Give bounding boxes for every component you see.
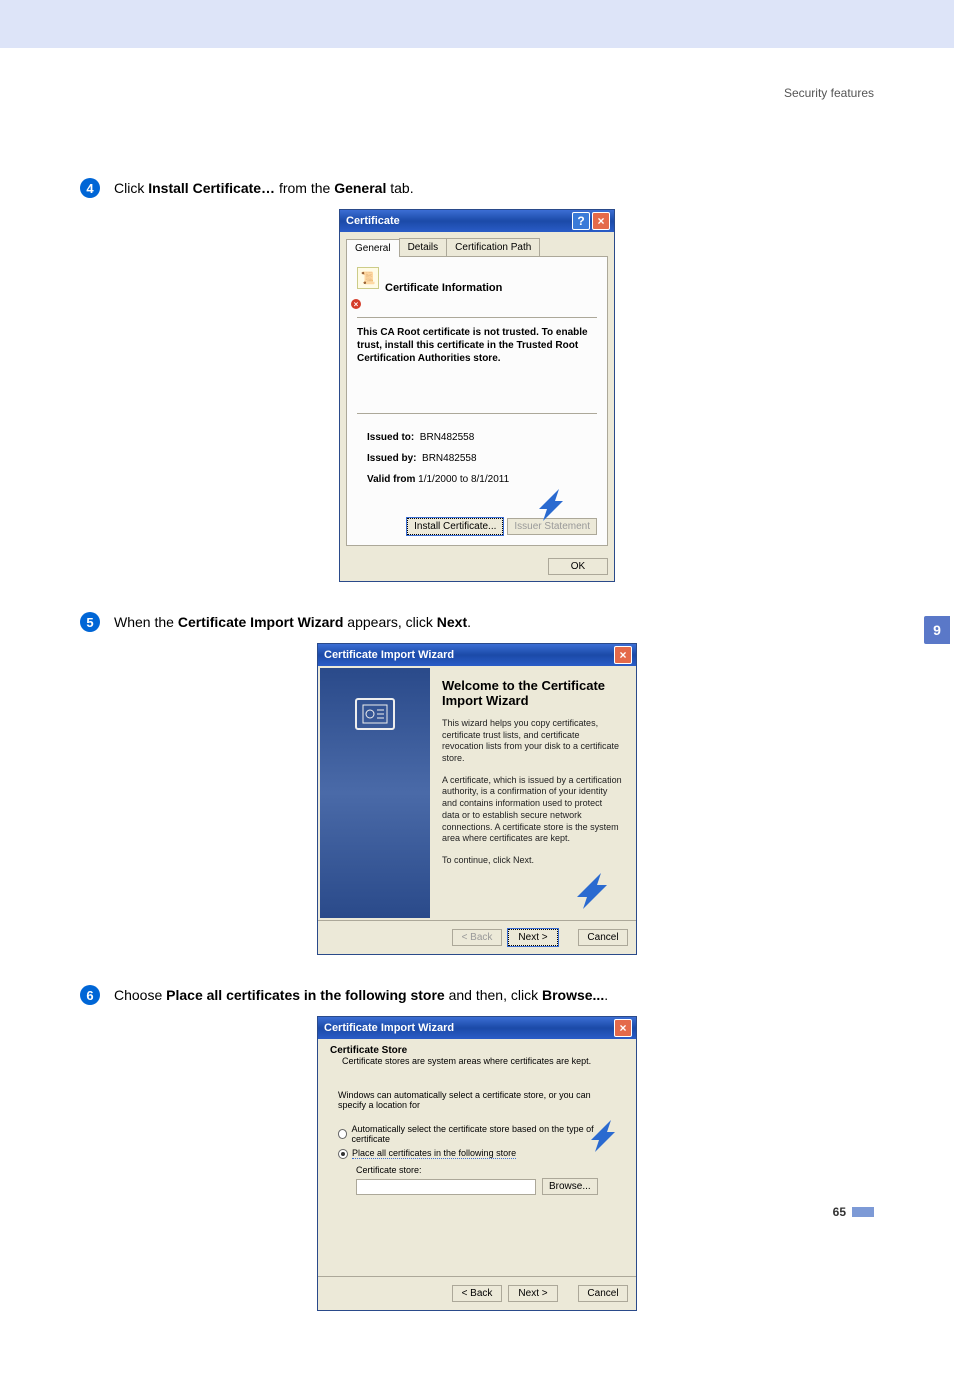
help-icon[interactable]: ?	[572, 212, 590, 230]
back-button[interactable]: < Back	[452, 1285, 502, 1302]
wizard-intro: Windows can automatically select a certi…	[338, 1090, 616, 1110]
wizard-step-subheader: Certificate stores are system areas wher…	[330, 1056, 624, 1066]
t: Certificate Import Wizard	[178, 614, 344, 630]
issued-to-value: BRN482558	[420, 432, 474, 443]
browse-button[interactable]: Browse...	[542, 1178, 598, 1195]
step-4-text: Click Install Certificate… from the Gene…	[114, 178, 414, 199]
step-6-text: Choose Place all certificates in the fol…	[114, 985, 608, 1006]
dialog-title: Certificate Import Wizard	[324, 649, 454, 661]
certificate-icon: 📜	[357, 267, 379, 289]
cert-info-heading: Certificate Information	[385, 282, 502, 294]
cancel-button[interactable]: Cancel	[578, 1285, 628, 1302]
issued-by-value: BRN482558	[422, 453, 476, 464]
ok-button[interactable]: OK	[548, 558, 608, 575]
wizard-sidebar	[320, 668, 430, 918]
cancel-button[interactable]: Cancel	[578, 929, 628, 946]
radio-place-all[interactable]: Place all certificates in the following …	[338, 1148, 616, 1159]
close-icon[interactable]: ×	[614, 646, 632, 664]
next-button[interactable]: Next >	[508, 1285, 558, 1302]
back-button: < Back	[452, 929, 502, 946]
t: When the	[114, 614, 178, 630]
t: from the	[275, 180, 334, 196]
valid-label: Valid from	[367, 474, 415, 485]
radio-auto[interactable]: Automatically select the certificate sto…	[338, 1124, 616, 1144]
page-decoration-icon	[852, 1207, 874, 1217]
step-5-text: When the Certificate Import Wizard appea…	[114, 612, 471, 633]
dialog-title: Certificate	[346, 215, 400, 227]
wizard-store-dialog: Certificate Import Wizard × Certificate …	[317, 1016, 637, 1311]
issued-by-label: Issued by:	[367, 453, 416, 464]
titlebar: Certificate Import Wizard ×	[318, 644, 636, 666]
error-badge-icon: ×	[351, 299, 361, 309]
page-number-text: 65	[833, 1205, 846, 1219]
tab-details[interactable]: Details	[399, 238, 448, 256]
tab-certpath[interactable]: Certification Path	[446, 238, 540, 256]
step-6: 6 Choose Place all certificates in the f…	[80, 985, 874, 1006]
wizard-welcome-title: Welcome to the Certificate Import Wizard	[442, 678, 622, 708]
certificate-graphic-icon	[355, 698, 395, 730]
t: .	[604, 987, 608, 1003]
store-label: Certificate store:	[356, 1165, 616, 1175]
t: General	[334, 180, 386, 196]
dialog-title: Certificate Import Wizard	[324, 1022, 454, 1034]
radio-auto-label: Automatically select the certificate sto…	[351, 1124, 616, 1144]
t: appears, click	[343, 614, 436, 630]
next-button[interactable]: Next >	[508, 929, 558, 946]
certificate-dialog: Certificate ? × General Details Certific…	[339, 209, 615, 582]
step-6-badge: 6	[80, 985, 100, 1005]
chapter-tab: 9	[924, 616, 950, 644]
step-5: 5 When the Certificate Import Wizard app…	[80, 612, 874, 633]
radio-icon	[338, 1129, 347, 1139]
t: Install Certificate…	[148, 180, 275, 196]
page-content: 4 Click Install Certificate… from the Ge…	[0, 48, 954, 1381]
titlebar: Certificate Import Wizard ×	[318, 1017, 636, 1039]
certificate-store-input[interactable]	[356, 1179, 536, 1195]
wizard-p2: A certificate, which is issued by a cert…	[442, 775, 622, 845]
t: Click	[114, 180, 148, 196]
valid-value: 1/1/2000 to 8/1/2011	[418, 474, 509, 485]
t: Next	[437, 614, 467, 630]
t: and then, click	[445, 987, 542, 1003]
radio-icon	[338, 1149, 348, 1159]
titlebar: Certificate ? ×	[340, 210, 614, 232]
top-band	[0, 0, 954, 48]
trust-message: This CA Root certificate is not trusted.…	[357, 326, 597, 365]
section-title: Security features	[784, 86, 874, 100]
t: Choose	[114, 987, 166, 1003]
tab-body: 📜 × Certificate Information This CA Root…	[346, 256, 608, 546]
close-icon[interactable]: ×	[614, 1019, 632, 1037]
tab-general[interactable]: General	[346, 239, 400, 257]
wizard-welcome-dialog: Certificate Import Wizard × Welcome to t…	[317, 643, 637, 955]
issued-to-label: Issued to:	[367, 432, 414, 443]
wizard-step-header: Certificate Store	[330, 1045, 624, 1056]
issuer-statement-button: Issuer Statement	[507, 518, 597, 535]
step-5-badge: 5	[80, 612, 100, 632]
t: tab.	[386, 180, 413, 196]
wizard-p3: To continue, click Next.	[442, 855, 622, 867]
t: .	[467, 614, 471, 630]
wizard-p1: This wizard helps you copy certificates,…	[442, 718, 622, 765]
install-certificate-button[interactable]: Install Certificate...	[407, 518, 503, 535]
radio-place-all-label: Place all certificates in the following …	[352, 1148, 516, 1159]
step-4: 4 Click Install Certificate… from the Ge…	[80, 178, 874, 199]
t: Browse...	[542, 987, 604, 1003]
tabs: General Details Certification Path	[340, 232, 614, 256]
step-4-badge: 4	[80, 178, 100, 198]
page-number: 65	[833, 1205, 874, 1219]
t: Place all certificates in the following …	[166, 987, 445, 1003]
close-icon[interactable]: ×	[592, 212, 610, 230]
